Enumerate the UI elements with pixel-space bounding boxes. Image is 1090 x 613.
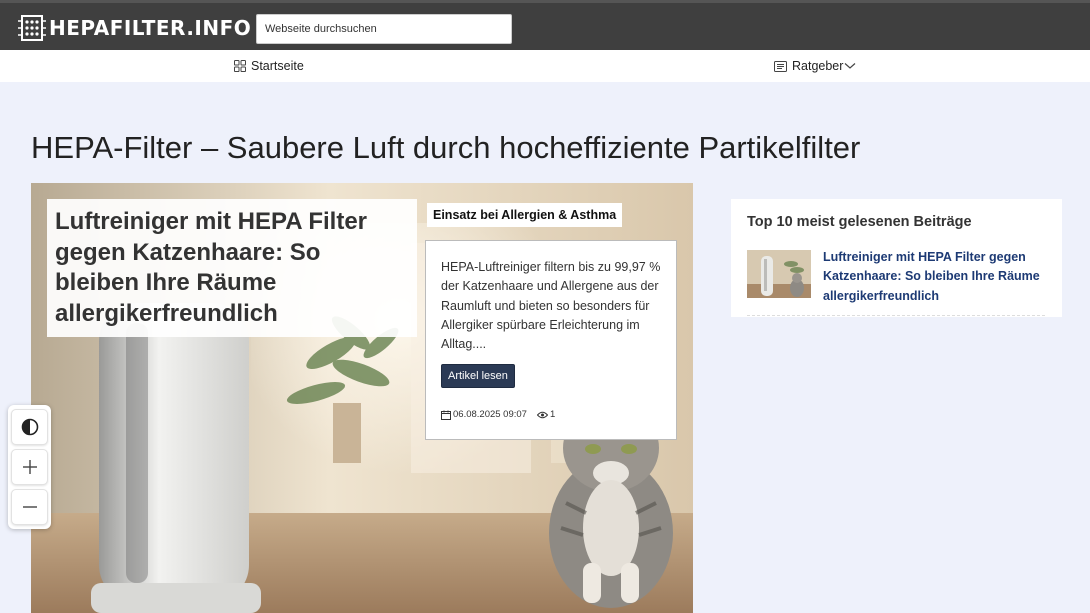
page-title: HEPA-Filter – Saubere Luft durch hocheff… bbox=[31, 130, 861, 165]
zoom-in-icon bbox=[22, 460, 37, 474]
top-header: HEPAFILTER.INFO bbox=[0, 0, 1090, 50]
article-views: 1 bbox=[536, 409, 556, 420]
article-meta: 06.08.2025 09:07 1 bbox=[441, 409, 555, 420]
nav-label: Ratgeber bbox=[792, 59, 844, 73]
excerpt-text: HEPA-Luftreiniger filtern bis zu 99,97 %… bbox=[441, 260, 661, 352]
widget-title: Top 10 meist gelesenen Beiträge bbox=[747, 214, 972, 230]
top-post-link[interactable]: Luftreiniger mit HEPA Filter gegen Katze… bbox=[823, 248, 1047, 306]
featured-title[interactable]: Luftreiniger mit HEPA Filter gegen Katze… bbox=[55, 207, 409, 329]
grid-icon bbox=[234, 60, 246, 72]
read-article-button[interactable]: Artikel lesen bbox=[441, 364, 515, 389]
logo-text: HEPAFILTER.INFO bbox=[49, 16, 252, 40]
top-posts-widget: Top 10 meist gelesenen Beiträge Luftrein… bbox=[731, 199, 1062, 317]
featured-article[interactable]: Luftreiniger mit HEPA Filter gegen Katze… bbox=[31, 183, 693, 613]
contrast-toggle-button[interactable] bbox=[11, 409, 48, 445]
featured-excerpt-card: HEPA-Luftreiniger filtern bis zu 99,97 %… bbox=[425, 240, 677, 440]
list-item[interactable]: Luftreiniger mit HEPA Filter gegen Katze… bbox=[747, 250, 1047, 306]
calendar-icon bbox=[441, 410, 451, 420]
list-icon bbox=[774, 60, 787, 72]
site-logo[interactable]: HEPAFILTER.INFO bbox=[17, 12, 251, 44]
search-input[interactable] bbox=[256, 14, 512, 44]
nav-label: Startseite bbox=[251, 59, 304, 73]
divider bbox=[747, 315, 1045, 316]
post-thumbnail bbox=[747, 250, 811, 298]
chevron-down-icon bbox=[845, 63, 856, 69]
zoom-in-button[interactable] bbox=[11, 449, 48, 485]
nav-item-ratgeber[interactable]: Ratgeber bbox=[774, 50, 856, 82]
category-badge[interactable]: Einsatz bei Allergien & Asthma bbox=[427, 203, 623, 227]
logo-icon bbox=[18, 15, 46, 41]
article-date: 06.08.2025 09:07 bbox=[453, 409, 527, 420]
zoom-out-icon bbox=[22, 506, 37, 508]
nav-item-startseite[interactable]: Startseite bbox=[234, 50, 304, 82]
eye-icon bbox=[536, 411, 548, 418]
accessibility-toolbar bbox=[8, 405, 51, 529]
contrast-icon bbox=[21, 418, 38, 436]
main-nav: Startseite Ratgeber bbox=[0, 50, 1090, 82]
views-count: 1 bbox=[549, 409, 556, 420]
zoom-out-button[interactable] bbox=[11, 489, 48, 525]
featured-title-box: Luftreiniger mit HEPA Filter gegen Katze… bbox=[47, 199, 417, 337]
